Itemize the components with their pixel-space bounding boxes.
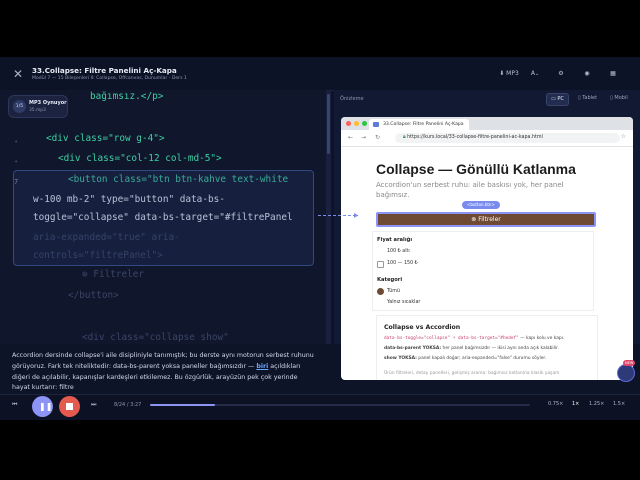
compare-card: Collapse vs Accordion data-bs-toggle="co… — [376, 315, 598, 380]
category-option[interactable]: Yalnız sıcaklar — [387, 300, 420, 305]
filters-button[interactable]: ⊗ Filtreler — [376, 212, 596, 227]
tab-tablet[interactable]: ▯ Tablet — [574, 93, 601, 104]
category-option[interactable]: Tümü — [387, 289, 400, 294]
lesson-title: 33.Collapse: Filtre Panelini Aç-Kapa — [32, 66, 177, 75]
prev-icon[interactable]: ⏮ — [12, 401, 17, 409]
chat-fab-button[interactable] — [617, 364, 635, 382]
speed-option[interactable]: 1.5× — [613, 401, 625, 407]
element-badge: <button.btn> — [462, 201, 500, 209]
code-line: <div class="row g-4"> — [46, 133, 165, 144]
maximize-dot-icon[interactable] — [362, 121, 367, 126]
browser-tab[interactable]: 33.Collapse: Filtre Panelini Aç-Kapa — [369, 119, 469, 130]
record-icon[interactable]: ◉ — [574, 68, 600, 80]
speed-option[interactable]: 1.25× — [589, 401, 604, 407]
scrollbar-thumb[interactable] — [327, 94, 330, 154]
lock-icon: 🔒︎ — [403, 135, 406, 140]
letterbox-top — [0, 0, 640, 57]
back-icon[interactable]: ← — [348, 134, 353, 141]
compare-line: Ürün filtreleri, detay panelleri, gelişm… — [384, 371, 560, 376]
radio-selected[interactable] — [377, 288, 384, 295]
page-title: Collapse — Gönüllü Katlanma — [376, 161, 576, 177]
subtitle-caption: Accordion dersinde collapse'i aile disip… — [0, 344, 326, 394]
compare-line: data-bs-toggle="collapse" + data-bs-targ… — [384, 336, 565, 341]
minimize-dot-icon[interactable] — [354, 121, 359, 126]
close-dot-icon[interactable] — [346, 121, 351, 126]
settings-icon[interactable]: ⚙ — [548, 68, 574, 80]
top-bar: ✕ 33.Collapse: Filtre Panelini Aç-Kapa M… — [0, 57, 640, 91]
next-icon[interactable]: ⏭ — [91, 401, 96, 409]
code-line: ⊕ Filtreler — [82, 269, 145, 280]
page-lead: Accordion'un serbest ruhu: aile baskısı … — [376, 181, 564, 199]
browser-window: 33.Collapse: Filtre Panelini Aç-Kapa ← →… — [341, 117, 633, 380]
grid-icon[interactable]: ▦ — [600, 68, 626, 80]
cc-icon[interactable]: A⌄ — [522, 68, 548, 80]
mp3-status-pill[interactable]: 1/5 MP3 Oynuyor 35.mp3 — [8, 95, 68, 118]
device-tabs: ▭ PC ▯ Tablet ▯ Mobil — [546, 93, 632, 106]
tab-pc[interactable]: ▭ PC — [546, 93, 569, 106]
highlight-box — [13, 170, 314, 266]
forward-icon[interactable]: → — [361, 134, 366, 141]
pill-meta: 35.mp3 — [29, 108, 46, 113]
lesson-subtitle: Modül 7 — 15 Bileşenleri II: Collapse, O… — [32, 76, 187, 81]
code-line: </button> — [68, 290, 119, 301]
arrow-head-icon: ▶ — [354, 212, 359, 219]
stop-button[interactable] — [59, 396, 80, 417]
tab-mobile[interactable]: ▯ Mobil — [606, 93, 632, 104]
bookmark-icon[interactable]: ☆ — [621, 133, 626, 140]
preview-label: Önizleme — [340, 96, 364, 102]
pause-icon: ❚❚ — [39, 402, 53, 411]
time-readout: 8/24 / 3:27 — [114, 402, 142, 408]
compare-line: show YOKSA: panel kapalı doğar; aria-exp… — [384, 356, 547, 361]
filter-panel: Fiyat aralığı 100 ₺ altı 100 — 150 ₺ Kat… — [372, 231, 594, 311]
pill-title: MP3 Oynuyor — [29, 100, 67, 106]
price-heading: Fiyat aralığı — [377, 237, 413, 243]
code-line: <div class="col-12 col-md-5"> — [58, 153, 222, 164]
reload-icon[interactable]: ↻ — [375, 134, 380, 141]
browser-tabbar: 33.Collapse: Filtre Panelini Aç-Kapa — [341, 117, 633, 130]
checkbox[interactable] — [377, 261, 384, 268]
avatar: 1/5 — [13, 100, 26, 113]
compare-title: Collapse vs Accordion — [384, 324, 461, 331]
favicon-icon — [373, 122, 379, 127]
browser-urlbar: ← → ↻ 🔒︎ https://kurs.local/33-collapse-… — [341, 130, 633, 147]
mp3-button[interactable]: ⬇ MP3 — [496, 68, 522, 80]
price-option[interactable]: 100 ₺ altı — [387, 249, 410, 254]
fab-badge: NEW — [623, 360, 636, 366]
progress-fill — [150, 404, 215, 406]
url-field[interactable]: 🔒︎ https://kurs.local/33-collapse-filtre… — [395, 133, 620, 143]
price-option[interactable]: 100 — 150 ₺ — [387, 261, 418, 266]
close-icon[interactable]: ✕ — [10, 66, 26, 82]
category-heading: Kategori — [377, 277, 403, 283]
code-line: <div class="collapse show" — [82, 332, 229, 343]
top-toolbar: ⬇ MP3 A⌄ ⚙ ◉ ▦ — [496, 68, 626, 80]
speed-option[interactable]: 0.75× — [548, 401, 563, 407]
speed-option-active[interactable]: 1× — [572, 401, 579, 407]
stop-icon — [66, 403, 73, 410]
letterbox-bottom — [0, 420, 640, 480]
connector-arrow — [318, 215, 356, 216]
compare-line: data-bs-parent YOKSA: her panel bağımsız… — [384, 346, 559, 351]
code-line: bağımsız.</p> — [90, 91, 164, 102]
filter-icon: ⊗ — [471, 216, 477, 223]
pause-button[interactable]: ❚❚ — [32, 396, 53, 417]
